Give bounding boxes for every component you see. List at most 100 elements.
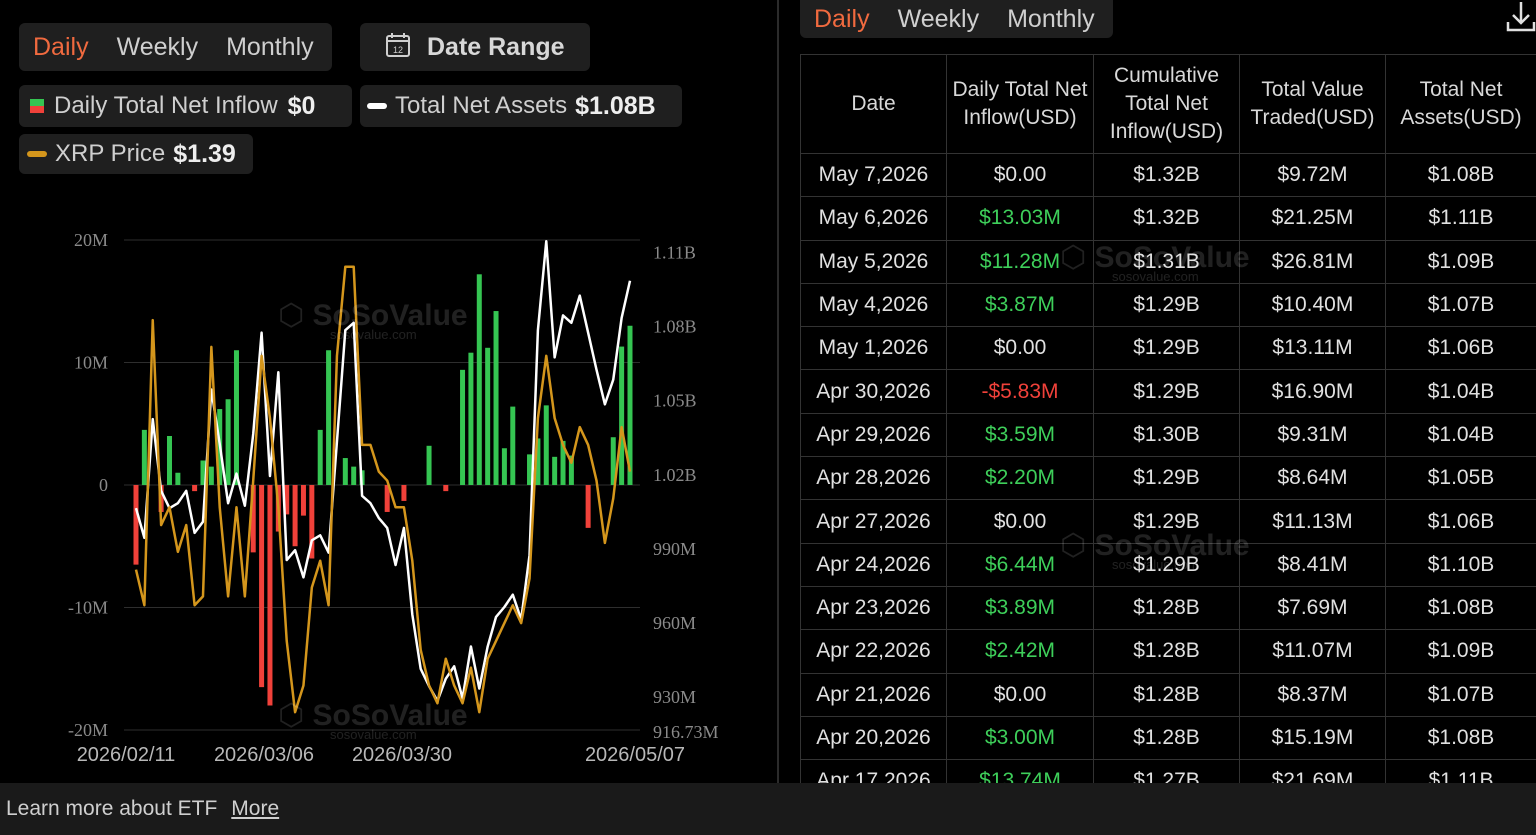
table-body: May 7,2026 $0.00 $1.32B $9.72M $1.08B May 6,2…	[800, 152, 1536, 783]
etf-data-table[interactable]: Date Daily Total Net Inflow(USD) Cumulat…	[800, 54, 1536, 783]
cell-daily-inflow: $0.00	[946, 672, 1094, 717]
cell-daily-inflow: $3.89M	[946, 585, 1094, 631]
table-row[interactable]: May 4,2026 $3.87M $1.29B $10.40M $1.07B	[800, 282, 1536, 328]
right-axis-tick: 1.02B	[653, 465, 697, 485]
cell-date: May 6,2026	[800, 196, 947, 241]
inflow-bar	[585, 485, 591, 528]
cell-cumulative-inflow: $1.29B	[1093, 326, 1240, 371]
table-row[interactable]: Apr 23,2026 $3.89M $1.28B $7.69M $1.08B	[800, 585, 1536, 631]
cell-total-value-traded: $26.81M	[1239, 239, 1386, 284]
header-cumulative-inflow[interactable]: Cumulative Total Net Inflow(USD)	[1093, 54, 1240, 154]
left-axis-tick: 0	[99, 475, 108, 495]
cell-cumulative-inflow: $1.29B	[1093, 369, 1240, 414]
tab-daily[interactable]: Daily	[33, 33, 89, 62]
header-total-net-assets[interactable]: Total Net Assets(USD)	[1385, 54, 1536, 154]
inflow-bar	[233, 350, 239, 485]
inflow-bar	[426, 445, 432, 485]
footer-bar: Learn more about ETF More	[0, 783, 1536, 835]
cell-date: Apr 29,2026	[800, 412, 947, 458]
panel-divider	[777, 0, 779, 783]
left-axis-tick: 20M	[74, 230, 108, 250]
legend-price-swatch	[27, 151, 47, 157]
xrp-price-line	[134, 265, 632, 714]
x-axis-tick: 2026/03/06	[214, 744, 314, 766]
cell-total-net-assets: $1.09B	[1385, 239, 1536, 284]
inflow-bar	[317, 429, 323, 485]
cell-date: Apr 27,2026	[800, 499, 947, 544]
cell-total-net-assets: $1.04B	[1385, 369, 1536, 414]
inflow-bar	[192, 485, 198, 492]
cell-total-value-traded: $10.40M	[1239, 282, 1386, 328]
header-total-value-traded[interactable]: Total Value Traded(USD)	[1239, 54, 1386, 154]
table-row[interactable]: Apr 24,2026 $6.44M $1.29B $8.41M $1.10B	[800, 542, 1536, 587]
x-axis-tick: 2026/03/30	[352, 744, 452, 766]
cell-total-value-traded: $9.31M	[1239, 412, 1386, 458]
table-row[interactable]: Apr 17,2026 $13.74M $1.27B $21.69M $1.11B	[800, 759, 1536, 783]
cell-date: Apr 20,2026	[800, 715, 947, 761]
legend-xrp-price[interactable]: XRP Price $1.39	[19, 134, 253, 174]
table-row[interactable]: Apr 29,2026 $3.59M $1.30B $9.31M $1.04B	[800, 412, 1536, 458]
legend-inflow-label: Daily Total Net Inflow	[54, 92, 278, 119]
x-axis-tick: 2026/05/07	[585, 744, 685, 766]
tab-monthly[interactable]: Monthly	[226, 33, 314, 62]
cell-date: Apr 30,2026	[800, 369, 947, 414]
right-axis-tick: 990M	[653, 539, 696, 559]
inflow-bar	[443, 485, 449, 492]
cell-daily-inflow: $0.00	[946, 499, 1094, 544]
download-icon[interactable]	[1506, 0, 1536, 34]
cell-date: May 1,2026	[800, 326, 947, 371]
cell-cumulative-inflow: $1.31B	[1093, 239, 1240, 284]
etf-flow-chart[interactable]: 20M 10M 0 -10M -20M 1.11B 1.08B 1.05B 1.02B 990M 9…	[0, 190, 770, 775]
table-row[interactable]: May 1,2026 $0.00 $1.29B $13.11M $1.06B	[800, 326, 1536, 371]
x-axis-tick: 2026/02/11	[77, 744, 176, 766]
legend-total-net-assets[interactable]: Total Net Assets $1.08B	[360, 85, 682, 127]
footer-text: Learn more about ETF	[6, 797, 218, 820]
legend-daily-inflow[interactable]: Daily Total Net Inflow $0	[19, 85, 352, 127]
cell-daily-inflow: $3.00M	[946, 715, 1094, 761]
inflow-bar	[468, 352, 474, 485]
header-date[interactable]: Date	[800, 54, 947, 154]
table-tab-monthly[interactable]: Monthly	[1007, 5, 1095, 34]
table-row[interactable]: May 5,2026 $11.28M $1.31B $26.81M $1.09B	[800, 239, 1536, 284]
cell-daily-inflow: $0.00	[946, 326, 1094, 371]
cell-total-value-traded: $7.69M	[1239, 585, 1386, 631]
table-row[interactable]: Apr 28,2026 $2.20M $1.29B $8.64M $1.05B	[800, 456, 1536, 501]
right-axis-tick: 1.08B	[653, 316, 697, 336]
more-link[interactable]: More	[231, 797, 279, 821]
table-header-row: Date Daily Total Net Inflow(USD) Cumulat…	[800, 54, 1536, 154]
table-row[interactable]: May 7,2026 $0.00 $1.32B $9.72M $1.08B	[800, 152, 1536, 198]
cell-date: Apr 17,2026	[800, 759, 947, 783]
table-tab-weekly[interactable]: Weekly	[898, 5, 980, 34]
table-row[interactable]: May 6,2026 $13.03M $1.32B $21.25M $1.11B	[800, 196, 1536, 241]
cell-total-value-traded: $13.11M	[1239, 326, 1386, 371]
inflow-bar	[292, 485, 298, 547]
inflow-bar	[543, 405, 549, 485]
left-period-tabs: Daily Weekly Monthly	[19, 23, 332, 71]
legend-assets-swatch	[367, 103, 387, 109]
inflow-bar	[300, 485, 306, 516]
cell-daily-inflow: $3.87M	[946, 282, 1094, 328]
table-row[interactable]: Apr 20,2026 $3.00M $1.28B $15.19M $1.08B	[800, 715, 1536, 761]
header-daily-inflow[interactable]: Daily Total Net Inflow(USD)	[946, 54, 1094, 154]
cell-daily-inflow: -$5.83M	[946, 369, 1094, 414]
legend-assets-value: $1.08B	[575, 91, 656, 120]
table-row[interactable]: Apr 27,2026 $0.00 $1.29B $11.13M $1.06B	[800, 499, 1536, 544]
cell-total-net-assets: $1.11B	[1385, 196, 1536, 241]
inflow-bar	[510, 406, 516, 485]
cell-daily-inflow: $2.42M	[946, 629, 1094, 674]
cell-daily-inflow: $13.74M	[946, 759, 1094, 783]
left-axis-tick: 10M	[74, 353, 108, 373]
tab-weekly[interactable]: Weekly	[117, 33, 199, 62]
right-period-tabs: Daily Weekly Monthly	[800, 0, 1113, 38]
cell-date: Apr 28,2026	[800, 456, 947, 501]
cell-date: May 4,2026	[800, 282, 947, 328]
cell-total-value-traded: $8.64M	[1239, 456, 1386, 501]
table-row[interactable]: Apr 30,2026 -$5.83M $1.29B $16.90M $1.04B	[800, 369, 1536, 414]
table-tab-daily[interactable]: Daily	[814, 5, 870, 34]
date-range-button[interactable]: 12 Date Range	[360, 23, 590, 71]
table-row[interactable]: Apr 22,2026 $2.42M $1.28B $11.07M $1.09B	[800, 629, 1536, 674]
cell-daily-inflow: $3.59M	[946, 412, 1094, 458]
cell-total-value-traded: $15.19M	[1239, 715, 1386, 761]
table-row[interactable]: Apr 21,2026 $0.00 $1.28B $8.37M $1.07B	[800, 672, 1536, 717]
inflow-bar	[208, 466, 214, 485]
